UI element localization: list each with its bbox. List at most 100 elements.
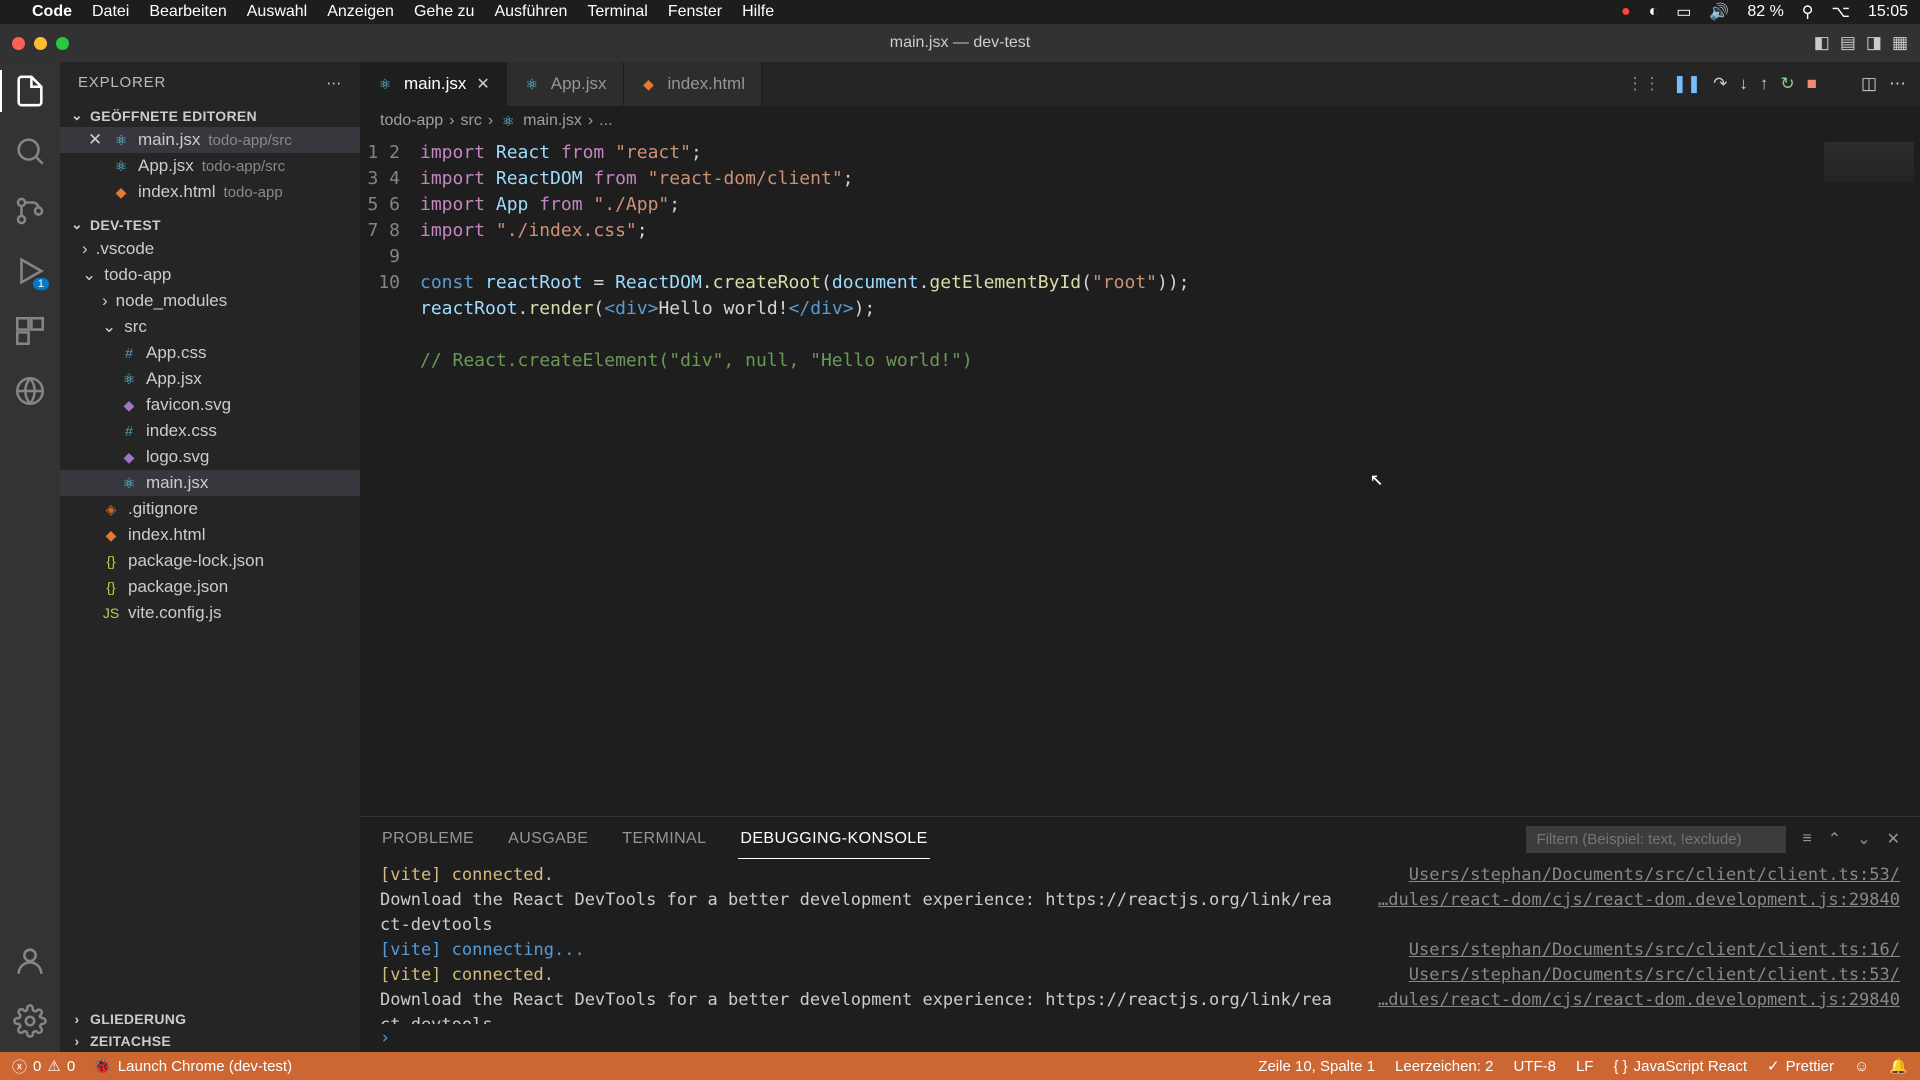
file-index-css[interactable]: #index.css bbox=[60, 418, 360, 444]
collapse-panel-icon[interactable]: ⌃ bbox=[1828, 829, 1841, 849]
sound-icon[interactable]: 🔊 bbox=[1709, 2, 1729, 22]
split-editor-icon[interactable]: ◫ bbox=[1861, 74, 1877, 94]
tab-main-jsx[interactable]: ⚛main.jsx✕ bbox=[360, 62, 507, 106]
close-window-button[interactable] bbox=[12, 37, 25, 50]
menu-go[interactable]: Gehe zu bbox=[414, 3, 474, 21]
extensions-icon[interactable] bbox=[13, 314, 47, 348]
breadcrumb[interactable]: todo-app› src› ⚛main.jsx› ... bbox=[360, 106, 1920, 136]
open-editor-index[interactable]: ✕◆index.htmltodo-app bbox=[60, 179, 360, 205]
toggle-panel-bottom-icon[interactable]: ▤ bbox=[1840, 33, 1856, 53]
code-editor[interactable]: 1 2 3 4 5 6 7 8 9 10 import React from "… bbox=[360, 136, 1920, 816]
battery-text[interactable]: 82 % bbox=[1747, 3, 1783, 21]
close-icon[interactable]: ✕ bbox=[476, 74, 489, 94]
toggle-panel-right-icon[interactable]: ◨ bbox=[1866, 33, 1882, 53]
menubar-app[interactable]: Code bbox=[32, 3, 72, 21]
code-content[interactable]: import React from "react"; import ReactD… bbox=[420, 140, 1920, 816]
debug-console-output[interactable]: [vite] connected.Users/stephan/Documents… bbox=[360, 861, 1920, 1024]
status-bell-icon[interactable]: 🔔 bbox=[1889, 1057, 1908, 1075]
menu-file[interactable]: Datei bbox=[92, 3, 129, 21]
outline-header[interactable]: ›GLIEDERUNG bbox=[60, 1008, 360, 1030]
file-package-lock[interactable]: {}package-lock.json bbox=[60, 548, 360, 574]
customize-layout-icon[interactable]: ▦ bbox=[1892, 33, 1908, 53]
drag-handle-icon[interactable]: ⋮⋮ bbox=[1627, 74, 1661, 94]
toggle-panel-left-icon[interactable]: ◧ bbox=[1814, 33, 1830, 53]
minimize-window-button[interactable] bbox=[34, 37, 47, 50]
file-app-jsx[interactable]: ⚛App.jsx bbox=[60, 366, 360, 392]
open-editors-header[interactable]: ⌄GEÖFFNETE EDITOREN bbox=[60, 104, 360, 127]
close-icon[interactable]: ✕ bbox=[88, 130, 104, 150]
minimap[interactable] bbox=[1824, 142, 1914, 182]
file-logo[interactable]: ◆logo.svg bbox=[60, 444, 360, 470]
live-server-icon[interactable] bbox=[13, 374, 47, 408]
restart-icon[interactable]: ↻ bbox=[1780, 74, 1794, 94]
display-icon[interactable]: ▭ bbox=[1676, 2, 1691, 22]
file-index-html[interactable]: ◆index.html bbox=[60, 522, 360, 548]
debug-repl-prompt[interactable]: › bbox=[360, 1024, 1920, 1052]
maximize-panel-icon[interactable]: ⌄ bbox=[1857, 829, 1870, 849]
step-into-icon[interactable]: ↓ bbox=[1739, 74, 1748, 94]
react-icon: ⚛ bbox=[499, 112, 517, 130]
folder-node-modules[interactable]: ›node_modules bbox=[60, 288, 360, 314]
panel-filter-input[interactable] bbox=[1526, 826, 1786, 853]
panel-tab-output[interactable]: AUSGABE bbox=[506, 820, 590, 858]
status-eol[interactable]: LF bbox=[1576, 1058, 1594, 1075]
tray-icon-1[interactable]: ◐ bbox=[1649, 3, 1659, 21]
tab-index-html[interactable]: ◆index.html bbox=[624, 62, 762, 106]
menu-view[interactable]: Anzeigen bbox=[327, 3, 394, 21]
tab-app-jsx[interactable]: ⚛App.jsx bbox=[507, 62, 624, 106]
menu-run[interactable]: Ausführen bbox=[494, 3, 567, 21]
clear-console-icon[interactable]: ≡ bbox=[1802, 830, 1811, 848]
open-editor-main[interactable]: ✕⚛main.jsxtodo-app/src bbox=[60, 127, 360, 153]
file-app-css[interactable]: #App.css bbox=[60, 340, 360, 366]
folder-todo-app[interactable]: ⌄todo-app bbox=[60, 262, 360, 288]
menu-terminal[interactable]: Terminal bbox=[587, 3, 647, 21]
stop-icon[interactable]: ■ bbox=[1807, 74, 1817, 94]
status-errors[interactable]: ⓧ0⚠0 bbox=[12, 1056, 75, 1077]
menu-edit[interactable]: Bearbeiten bbox=[149, 3, 226, 21]
file-favicon[interactable]: ◆favicon.svg bbox=[60, 392, 360, 418]
maximize-window-button[interactable] bbox=[56, 37, 69, 50]
panel-tab-problems[interactable]: PROBLEME bbox=[380, 820, 476, 858]
explorer-more-icon[interactable]: ⋯ bbox=[326, 74, 342, 92]
file-package-json[interactable]: {}package.json bbox=[60, 574, 360, 600]
run-debug-icon[interactable]: 1 bbox=[13, 254, 47, 288]
svg-icon: ◆ bbox=[120, 448, 138, 466]
explorer-view-icon[interactable] bbox=[13, 74, 47, 108]
traffic-lights[interactable] bbox=[12, 37, 69, 50]
status-indent[interactable]: Leerzeichen: 2 bbox=[1395, 1058, 1493, 1075]
accounts-icon[interactable] bbox=[13, 944, 47, 978]
close-panel-icon[interactable]: ✕ bbox=[1887, 829, 1900, 849]
status-prettier[interactable]: ✓Prettier bbox=[1767, 1057, 1834, 1075]
file-gitignore[interactable]: ◈.gitignore bbox=[60, 496, 360, 522]
status-cursor-pos[interactable]: Zeile 10, Spalte 1 bbox=[1258, 1058, 1375, 1075]
settings-gear-icon[interactable] bbox=[13, 1004, 47, 1038]
status-feedback-icon[interactable]: ☺ bbox=[1854, 1058, 1869, 1075]
timeline-header[interactable]: ›ZEITACHSE bbox=[60, 1030, 360, 1052]
recording-icon[interactable]: ● bbox=[1621, 3, 1631, 21]
search-view-icon[interactable] bbox=[13, 134, 47, 168]
open-editor-app[interactable]: ✕⚛App.jsxtodo-app/src bbox=[60, 153, 360, 179]
menu-selection[interactable]: Auswahl bbox=[247, 3, 307, 21]
step-over-icon[interactable]: ↷ bbox=[1713, 74, 1727, 94]
panel-tab-debug-console[interactable]: DEBUGGING-KONSOLE bbox=[738, 820, 929, 859]
css-icon: # bbox=[120, 422, 138, 440]
source-control-icon[interactable] bbox=[13, 194, 47, 228]
file-vite-config[interactable]: JSvite.config.js bbox=[60, 600, 360, 626]
status-language[interactable]: { }JavaScript React bbox=[1613, 1058, 1747, 1075]
more-actions-icon[interactable]: ⋯ bbox=[1889, 74, 1906, 94]
panel-tab-terminal[interactable]: TERMINAL bbox=[620, 820, 708, 858]
activity-bar: 1 bbox=[0, 62, 60, 1052]
status-encoding[interactable]: UTF-8 bbox=[1513, 1058, 1556, 1075]
control-center-icon[interactable]: ⌥ bbox=[1832, 2, 1850, 22]
file-main-jsx[interactable]: ⚛main.jsx bbox=[60, 470, 360, 496]
project-header[interactable]: ⌄DEV-TEST bbox=[60, 213, 360, 236]
step-out-icon[interactable]: ↑ bbox=[1760, 74, 1769, 94]
menu-window[interactable]: Fenster bbox=[668, 3, 722, 21]
menu-help[interactable]: Hilfe bbox=[742, 3, 774, 21]
clock[interactable]: 15:05 bbox=[1868, 3, 1908, 21]
folder-src[interactable]: ⌄src bbox=[60, 314, 360, 340]
folder-vscode[interactable]: ›.vscode bbox=[60, 236, 360, 262]
status-debug-target[interactable]: 🐞Launch Chrome (dev-test) bbox=[93, 1057, 292, 1075]
wifi-icon[interactable]: ⚲ bbox=[1802, 2, 1814, 22]
pause-icon[interactable]: ❚❚ bbox=[1673, 74, 1702, 94]
